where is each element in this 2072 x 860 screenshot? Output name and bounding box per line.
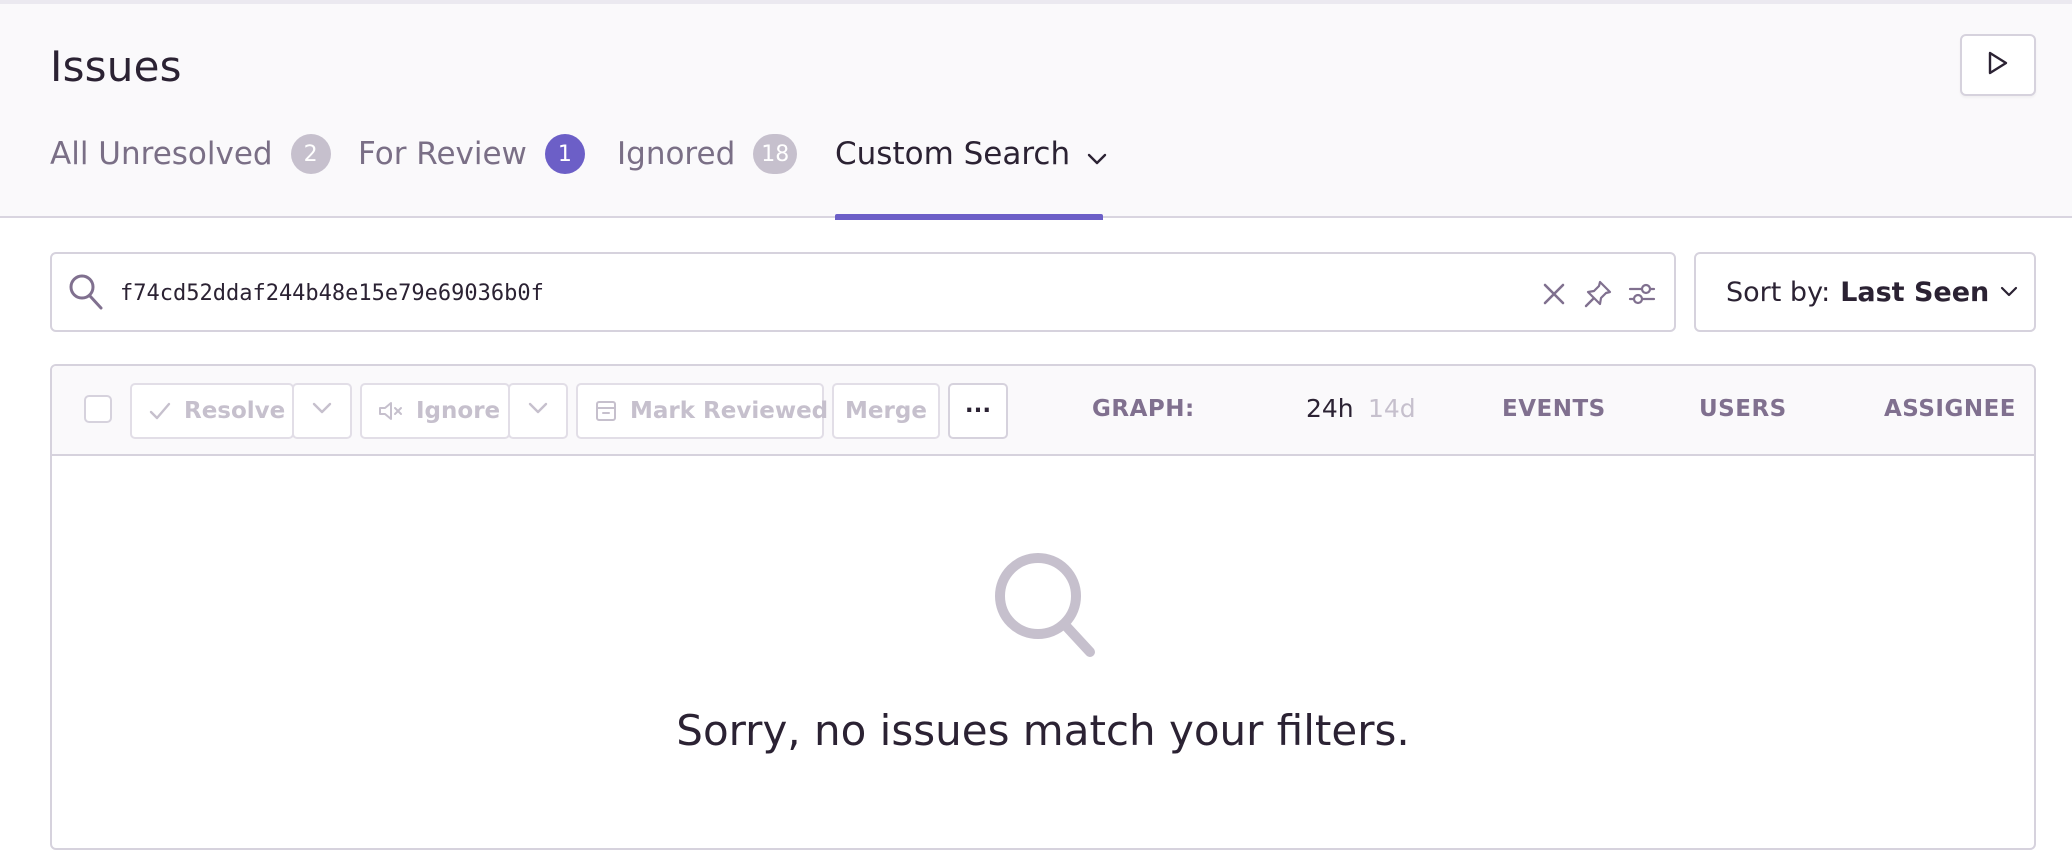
- close-icon[interactable]: [1538, 278, 1570, 310]
- tab-label: Custom Search: [835, 136, 1071, 172]
- events-column-header: EVENTS: [1502, 396, 1606, 422]
- issues-panel: Resolve Ignore Mark Reviewed Merge ··· G…: [50, 364, 2036, 850]
- count-badge: 18: [753, 134, 798, 174]
- mute-icon: [378, 399, 404, 423]
- tab-custom-search[interactable]: Custom Search: [835, 134, 1107, 220]
- tab-all-unresolved[interactable]: All Unresolved 2: [50, 134, 331, 220]
- count-badge: 2: [290, 134, 331, 174]
- pin-icon[interactable]: [1582, 278, 1614, 310]
- active-tab-indicator: [835, 214, 1103, 220]
- resolve-label: Resolve: [184, 398, 286, 424]
- chevron-down-icon: [1999, 277, 2019, 308]
- issues-toolbar: Resolve Ignore Mark Reviewed Merge ··· G…: [52, 366, 2034, 456]
- tab-label: For Review: [358, 136, 527, 172]
- chevron-down-icon: [527, 397, 549, 425]
- play-icon: [1987, 51, 2009, 79]
- search-bar[interactable]: [50, 252, 1676, 332]
- archive-icon: [594, 399, 618, 423]
- merge-label: Merge: [845, 398, 927, 424]
- play-button[interactable]: [1960, 34, 2036, 96]
- tab-label: All Unresolved: [50, 136, 273, 172]
- assignee-column-header: ASSIGNEE: [1884, 396, 2017, 422]
- graph-column-header: GRAPH:: [1092, 396, 1195, 422]
- page-header: Issues All Unresolved 2 For Review 1 Ign…: [0, 4, 2072, 220]
- resolve-dropdown-button[interactable]: [292, 383, 352, 439]
- count-badge: 1: [544, 134, 585, 174]
- select-all-checkbox[interactable]: [84, 395, 112, 423]
- resolve-button[interactable]: Resolve: [130, 383, 294, 439]
- sliders-icon[interactable]: [1626, 278, 1658, 310]
- chevron-down-icon: [1086, 142, 1108, 178]
- chevron-down-icon: [311, 397, 333, 425]
- ignore-dropdown-button[interactable]: [508, 383, 568, 439]
- search-icon: [68, 272, 104, 316]
- mark-reviewed-label: Mark Reviewed: [630, 398, 829, 424]
- sort-value: Last Seen: [1840, 276, 1990, 308]
- ignore-label: Ignore: [416, 398, 501, 424]
- sort-dropdown[interactable]: Sort by: Last Seen: [1694, 252, 2036, 332]
- sort-label: Sort by:: [1726, 276, 1831, 308]
- empty-state-message: Sorry, no issues match your filters.: [676, 706, 1410, 755]
- more-actions-button[interactable]: ···: [948, 383, 1008, 439]
- mark-reviewed-button[interactable]: Mark Reviewed: [576, 383, 828, 439]
- graph-option-24h[interactable]: 24h: [1306, 394, 1354, 423]
- tab-label: Ignored: [617, 136, 736, 172]
- more-icon: ···: [964, 398, 992, 424]
- users-column-header: USERS: [1699, 396, 1787, 422]
- ignore-button[interactable]: Ignore: [360, 383, 510, 439]
- checkmark-icon: [148, 399, 172, 423]
- merge-button[interactable]: Merge: [832, 383, 940, 439]
- search-input[interactable]: [118, 268, 1522, 318]
- tab-for-review[interactable]: For Review 1: [358, 134, 585, 220]
- tab-ignored[interactable]: Ignored 18: [617, 134, 798, 220]
- page-title: Issues: [50, 42, 182, 91]
- graph-option-14d[interactable]: 14d: [1368, 394, 1416, 423]
- search-icon: [988, 546, 1108, 670]
